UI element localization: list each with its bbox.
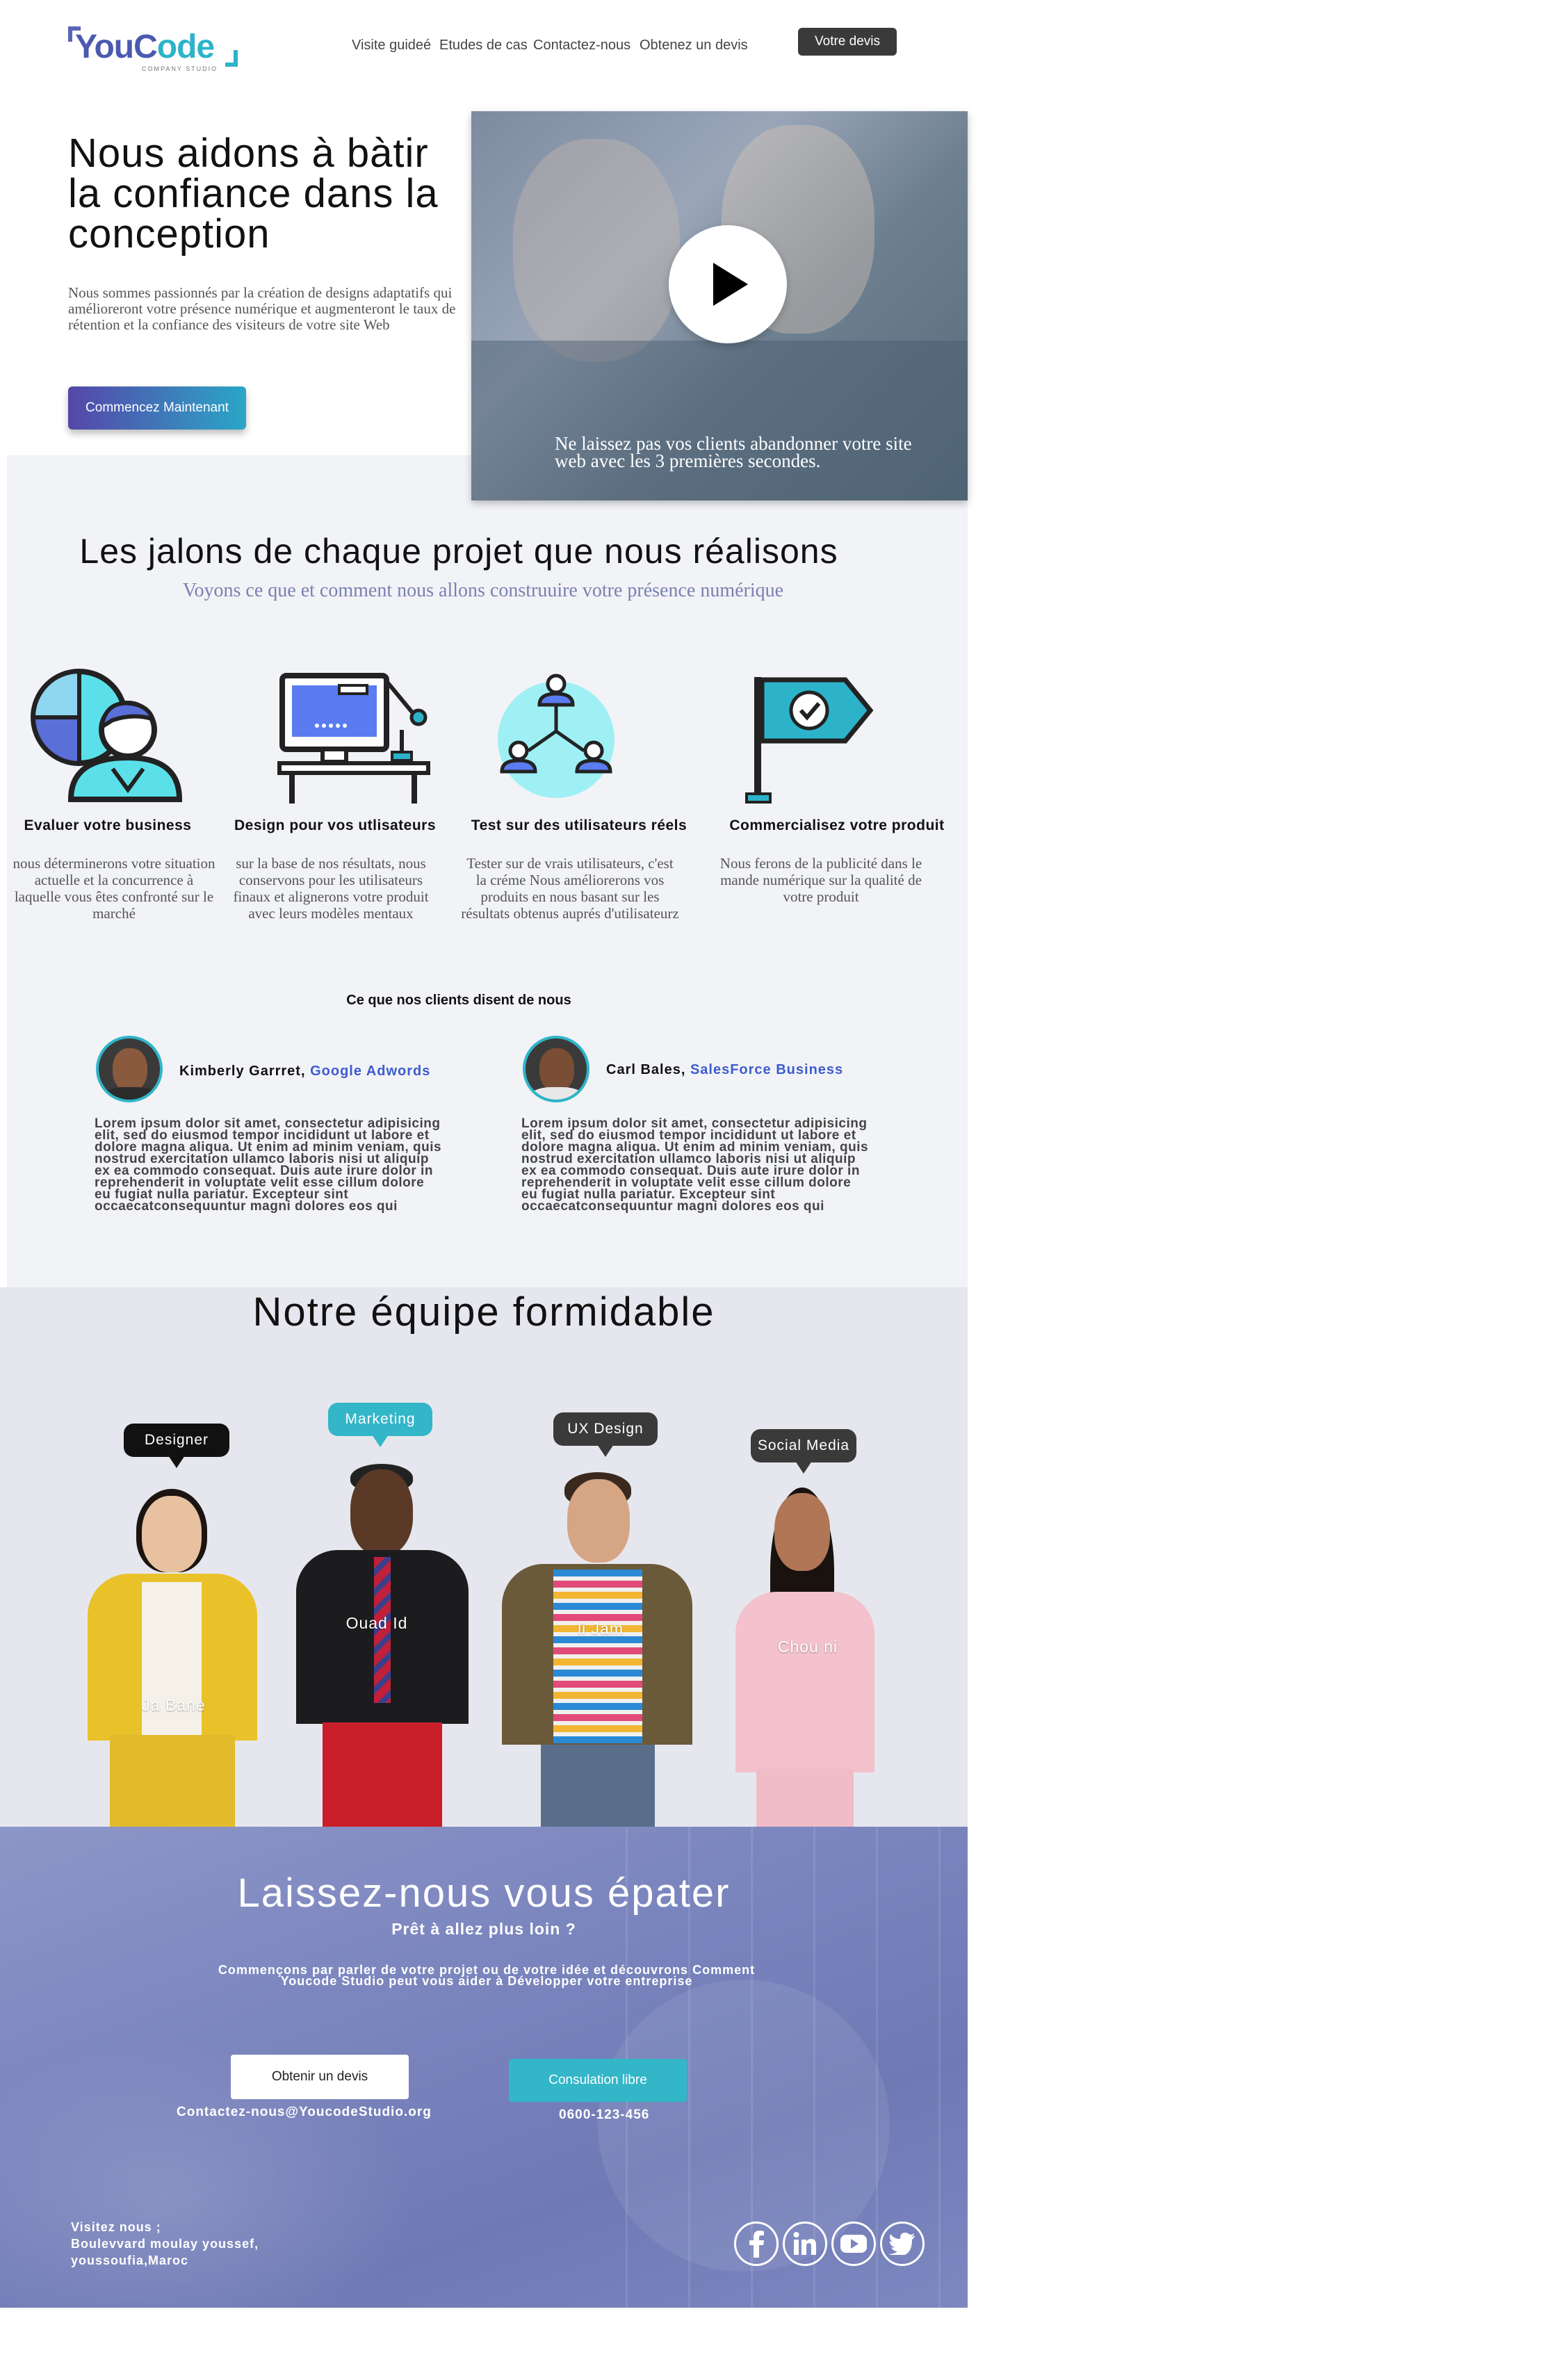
role-bubble-designer: Designer: [124, 1424, 229, 1468]
address: Visitez nous ; Boulevvard moulay youssef…: [71, 2219, 349, 2269]
testimonial-author: Kimberly Garrret, Google Adwords: [179, 1063, 431, 1079]
get-quote-button[interactable]: Obtenir un devis: [231, 2055, 409, 2099]
hero-title: Nous aidons à bàtir la confiance dans la…: [68, 131, 439, 256]
avatar: [96, 1036, 163, 1102]
role-bubble-social: Social Media: [751, 1429, 856, 1474]
logo-bracket-right: [225, 50, 238, 67]
team-member-photo: [82, 1485, 263, 1827]
cta-subtitle: Prêt à allez plus loin ?: [391, 1920, 576, 1938]
member-name: li Jam: [577, 1620, 624, 1638]
team-member-photo: [715, 1488, 895, 1827]
address-line: Boulevvard moulay youssef,: [71, 2237, 259, 2251]
logo[interactable]: YouCode COMPANY STUDIO: [67, 25, 238, 74]
design-workstation-icon: [277, 667, 437, 806]
testimonial-text: Lorem ipsum dolor sit amet, consectetur …: [95, 1116, 442, 1214]
contact-email[interactable]: Contactez-nous@YoucodeStudio.org: [177, 2105, 469, 2120]
play-button[interactable]: [669, 225, 787, 343]
testimonial-text: Lorem ipsum dolor sit amet, consectetur …: [521, 1116, 869, 1214]
video-person-left: [513, 139, 680, 361]
hero-description: Nous sommes passionnés par la création d…: [68, 284, 456, 333]
team-member-photo: [291, 1464, 474, 1827]
step-title-design: Design pour vos utlisateurs: [234, 817, 437, 833]
testimonials-heading: Ce que nos clients disent de nous: [346, 993, 571, 1008]
cta-text: Commençons par parler de votre projet ou…: [218, 1963, 756, 1988]
step-desc-design: sur la base de nos résultats, nous conse…: [233, 855, 429, 922]
logo-wordmark: YouCode: [75, 28, 215, 65]
play-icon: [713, 263, 748, 306]
linkedin-icon[interactable]: [783, 2222, 827, 2266]
flag-check-icon: [741, 667, 901, 806]
step-title-market: Commercialisez votre produit: [729, 817, 945, 833]
testimonial-company[interactable]: Google Adwords: [310, 1063, 430, 1079]
quote-button[interactable]: Votre devis: [798, 28, 897, 56]
video-shade: [471, 341, 968, 500]
nav-contact[interactable]: Contactez-nous: [533, 38, 630, 54]
business-analysis-icon: [29, 667, 189, 806]
nav-get-quote[interactable]: Obtenez un devis: [640, 38, 748, 54]
step-title-evaluate: Evaluer votre business: [24, 817, 192, 833]
logo-tagline: COMPANY STUDIO: [142, 65, 218, 72]
member-name: Ouad Id: [345, 1614, 408, 1632]
testimonial-company[interactable]: SalesForce Business: [690, 1062, 843, 1077]
team-title: Notre équipe formidable: [252, 1289, 715, 1335]
member-name: Ja Bane: [142, 1696, 206, 1714]
step-desc-evaluate: nous déterminerons votre situation actue…: [13, 855, 215, 922]
hero-video[interactable]: Ne laissez pas vos clients abandonner vo…: [471, 111, 968, 500]
cta-title: Laissez-nous vous épater: [237, 1870, 731, 1916]
start-now-button[interactable]: Commencez Maintenant: [68, 386, 246, 430]
role-bubble-ux: UX Design: [553, 1412, 658, 1457]
address-line: youssoufia,Maroc: [71, 2253, 189, 2267]
address-line: Visitez nous ;: [71, 2220, 161, 2234]
user-network-icon: [492, 667, 652, 806]
step-title-test: Test sur des utilisateurs réels: [471, 817, 687, 833]
video-caption: Ne laissez pas vos clients abandonner vo…: [555, 433, 912, 471]
role-bubble-marketing: Marketing: [328, 1403, 432, 1447]
avatar: [523, 1036, 589, 1102]
step-desc-market: Nous ferons de la publicité dans le mand…: [719, 855, 922, 905]
youtube-icon[interactable]: [831, 2222, 876, 2266]
contact-phone[interactable]: 0600-123-456: [559, 2108, 698, 2123]
nav-case-studies[interactable]: Etudes de cas: [439, 38, 528, 54]
milestones-title: Les jalons de chaque projet que nous réa…: [79, 532, 838, 571]
nav-guided-tour[interactable]: Visite guideé: [352, 38, 431, 54]
milestones-subtitle: Voyons ce que et comment nous allons con…: [182, 580, 784, 601]
member-name: Chou ni: [777, 1638, 838, 1656]
testimonial-author: Carl Bales, SalesForce Business: [606, 1062, 844, 1077]
step-desc-test: Tester sur de vrais utilisateurs, c'est …: [461, 855, 679, 922]
free-consult-button[interactable]: Consulation libre: [509, 2059, 687, 2102]
facebook-icon[interactable]: [734, 2222, 779, 2266]
twitter-icon[interactable]: [880, 2222, 925, 2266]
team-member-photo: [498, 1472, 697, 1827]
